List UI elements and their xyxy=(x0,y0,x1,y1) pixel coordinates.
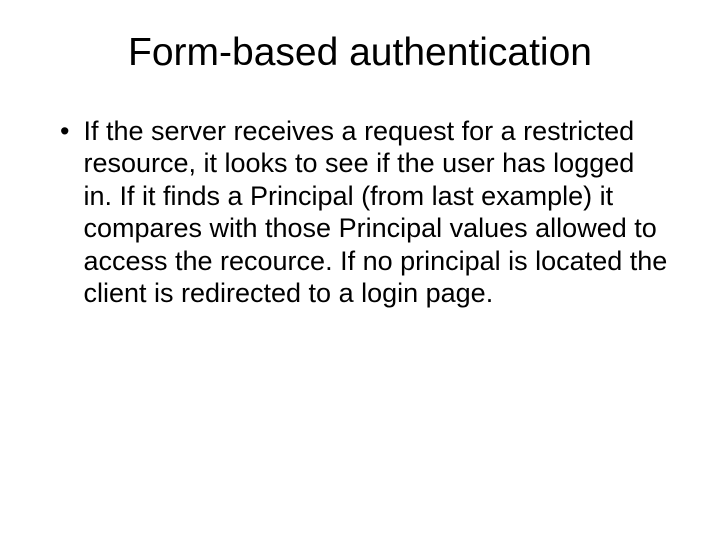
slide-container: Form-based authentication • If the serve… xyxy=(0,0,720,540)
bullet-item: • If the server receives a request for a… xyxy=(60,115,670,309)
bullet-text: If the server receives a request for a r… xyxy=(83,115,670,309)
bullet-marker: • xyxy=(60,115,69,147)
slide-content: • If the server receives a request for a… xyxy=(50,115,670,309)
slide-title: Form-based authentication xyxy=(50,31,670,75)
